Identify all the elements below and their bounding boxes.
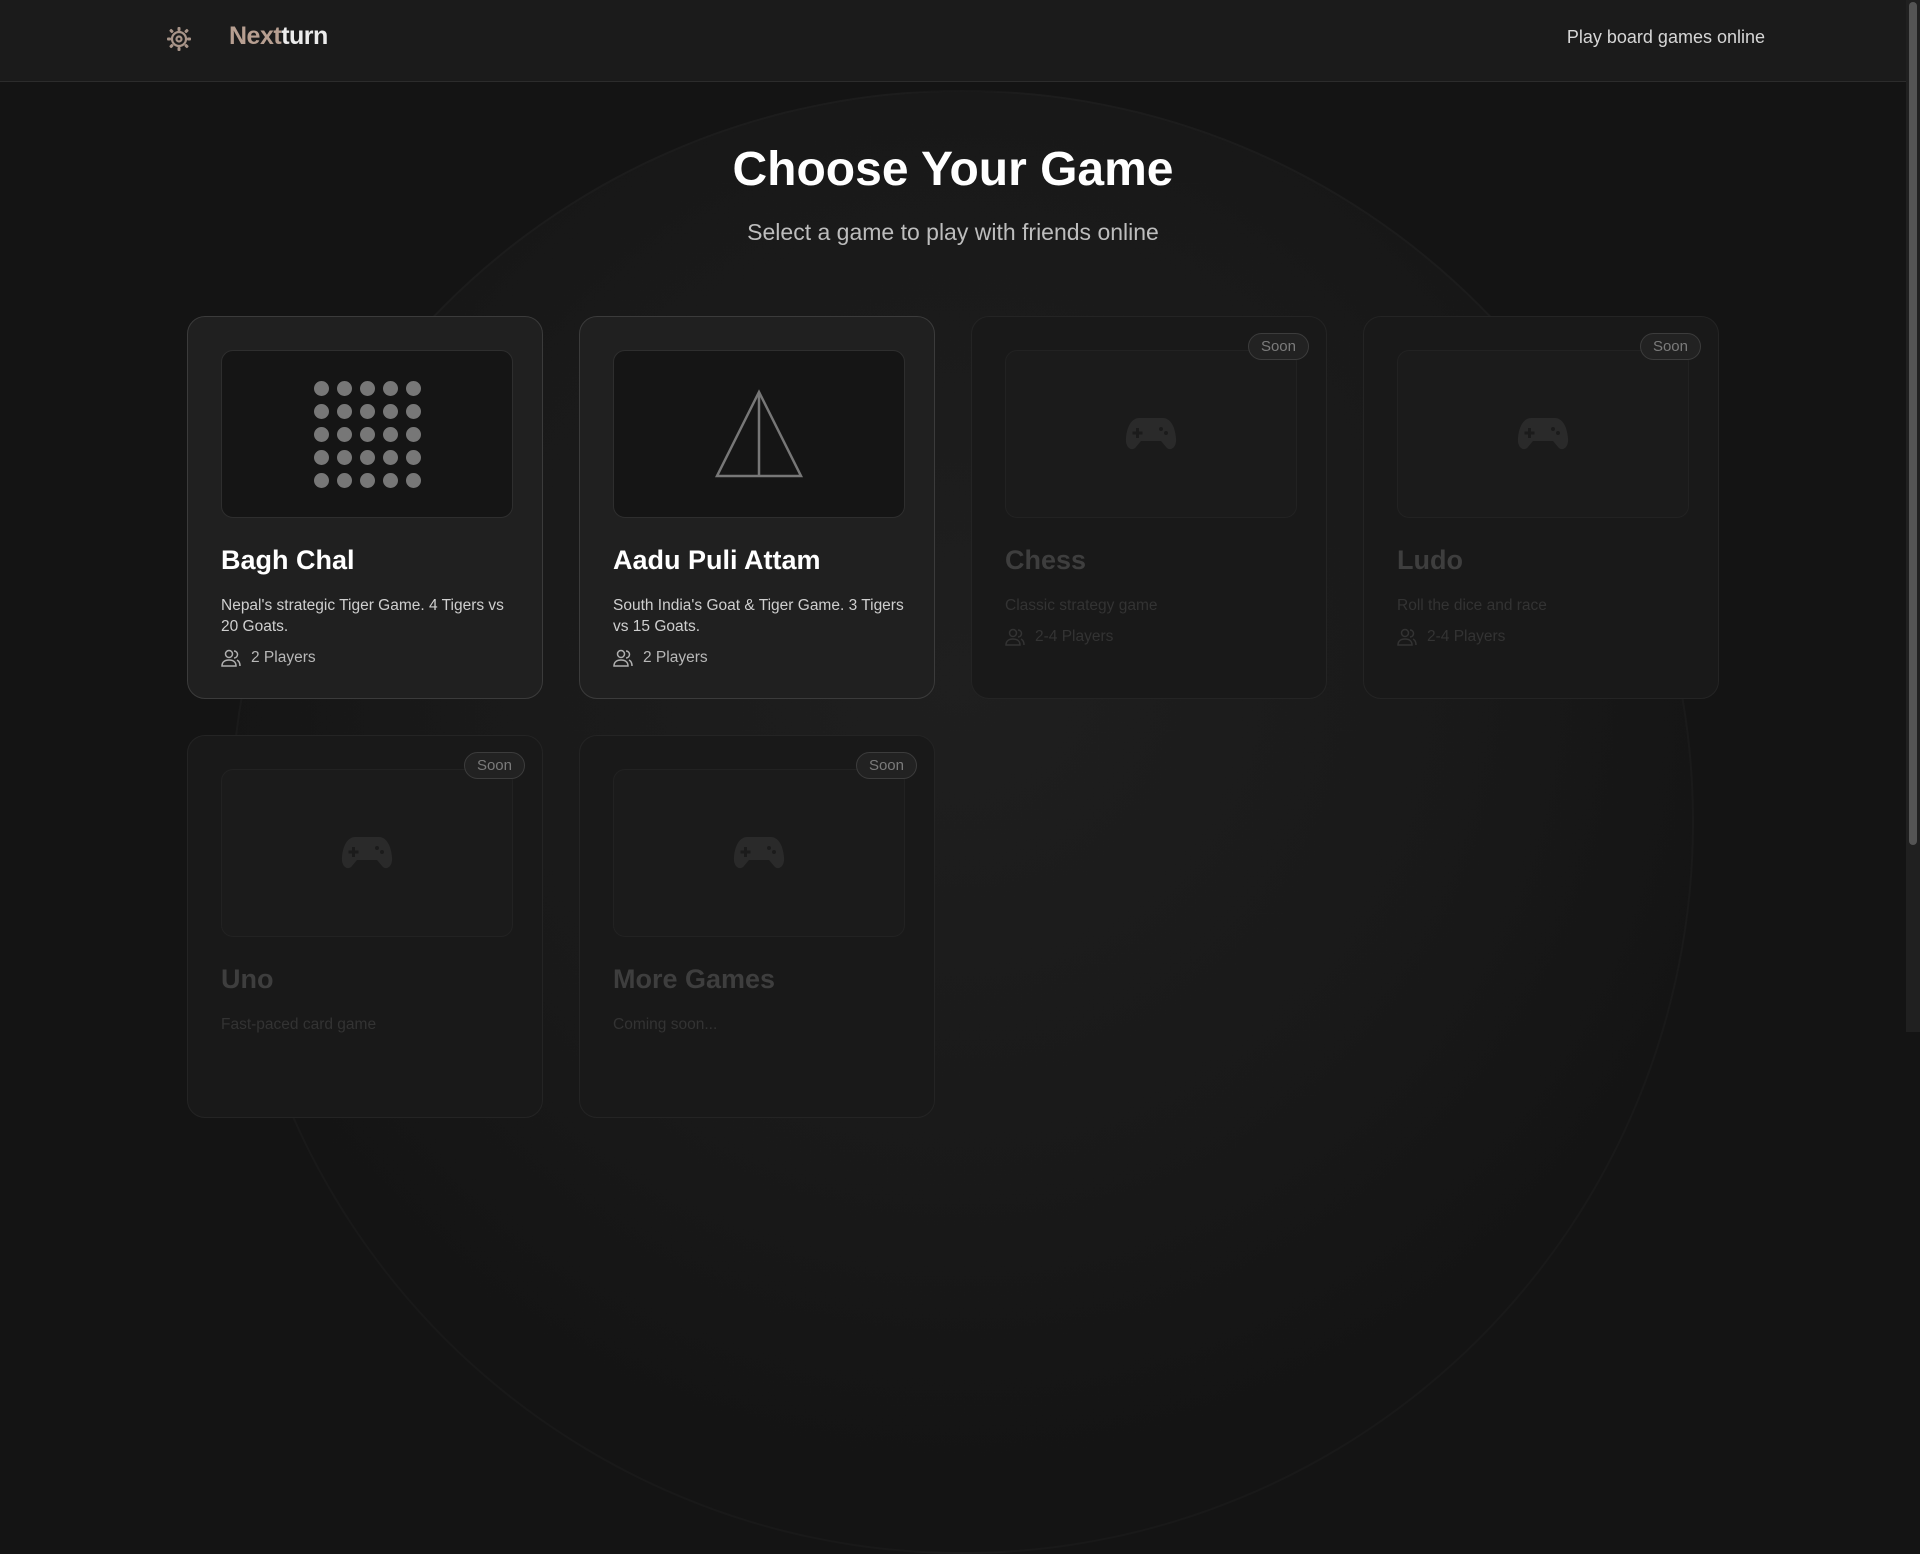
- player-count: 2-4 Players: [1397, 628, 1505, 646]
- game-card-chess: Soon Chess Classic strategy game 2-4 Pla…: [971, 316, 1327, 699]
- users-icon: [1005, 628, 1025, 646]
- game-description: Classic strategy game: [1005, 597, 1158, 614]
- game-card-ludo: Soon Ludo Roll the dice and race 2-4 Pla…: [1363, 316, 1719, 699]
- game-card-more-games: Soon More Games Coming soon...: [579, 735, 935, 1118]
- game-title: Aadu Puli Attam: [613, 545, 821, 575]
- game-thumbnail: [221, 350, 513, 518]
- scrollbar-thumb[interactable]: [1909, 2, 1917, 845]
- game-title: Chess: [1005, 545, 1087, 575]
- page-subtitle: Select a game to play with friends onlin…: [747, 219, 1159, 245]
- soon-badge: Soon: [1639, 333, 1701, 360]
- game-title: Uno: [221, 964, 274, 994]
- brand-name-part2: turn: [281, 22, 328, 50]
- game-thumbnail: [221, 769, 513, 937]
- game-title: Bagh Chal: [221, 545, 355, 575]
- dot-grid-icon: [313, 380, 421, 488]
- soon-badge: Soon: [1247, 333, 1309, 360]
- users-icon: [221, 649, 241, 667]
- gamepad-icon: [1517, 418, 1569, 450]
- player-count-label: 2-4 Players: [1427, 628, 1506, 645]
- users-icon: [1397, 628, 1417, 646]
- game-thumbnail: [613, 350, 905, 518]
- game-card-uno: Soon Uno Fast-paced card game: [187, 735, 543, 1118]
- game-thumbnail: [613, 769, 905, 937]
- logo-icon[interactable]: [165, 24, 193, 52]
- brand-name[interactable]: Nextturn: [229, 22, 328, 51]
- game-thumbnail: [1005, 350, 1297, 518]
- brand-name-part1: Next: [229, 22, 282, 50]
- users-icon: [613, 649, 633, 667]
- triangle-board-icon: [714, 389, 804, 478]
- game-card-aadu-puli-attam[interactable]: Aadu Puli Attam South India's Goat & Tig…: [579, 316, 935, 699]
- top-nav: Nextturn Play board games online: [0, 0, 1906, 82]
- gamepad-icon: [341, 837, 393, 869]
- gamepad-icon: [733, 837, 785, 869]
- soon-badge: Soon: [463, 752, 525, 779]
- game-description: Nepal's strategic Tiger Game. 4 Tigers v…: [221, 597, 504, 635]
- game-title: More Games: [613, 964, 776, 994]
- player-count-label: 2-4 Players: [1035, 628, 1114, 645]
- game-description: Roll the dice and race: [1397, 597, 1547, 614]
- game-card-bagh-chal[interactable]: Bagh Chal Nepal's strategic Tiger Game. …: [187, 316, 543, 699]
- page-title: Choose Your Game: [732, 143, 1174, 196]
- player-count-label: 2 Players: [251, 649, 316, 666]
- game-description: South India's Goat & Tiger Game. 3 Tiger…: [613, 597, 904, 635]
- player-count: 2 Players: [613, 649, 708, 667]
- game-title: Ludo: [1397, 545, 1463, 575]
- soon-badge: Soon: [855, 752, 917, 779]
- player-count: 2 Players: [221, 649, 316, 667]
- header-tagline: Play board games online: [1566, 27, 1765, 47]
- player-count-label: 2 Players: [643, 649, 708, 666]
- game-thumbnail: [1397, 350, 1689, 518]
- gamepad-icon: [1125, 418, 1177, 450]
- player-count: 2-4 Players: [1005, 628, 1113, 646]
